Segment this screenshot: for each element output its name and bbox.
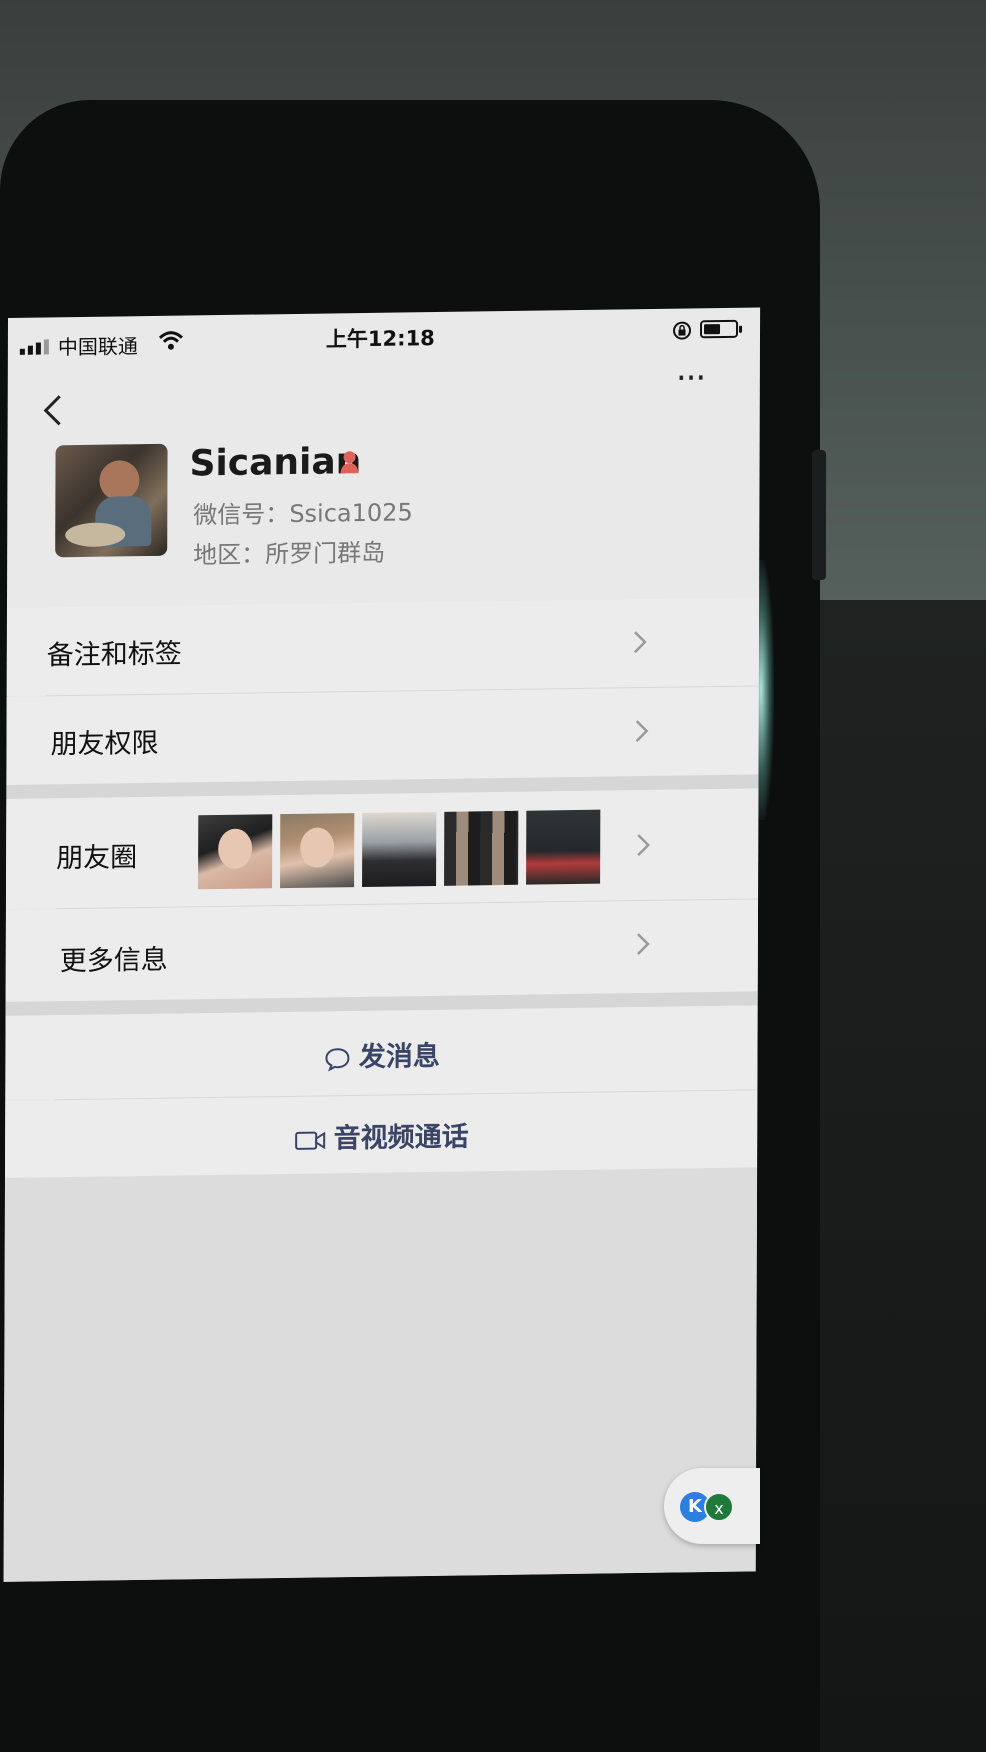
row-label: 朋友圈 (56, 842, 138, 875)
empty-area (3, 1167, 758, 1582)
status-bar: 中国联通 上午12:18 (8, 308, 760, 362)
moments-photo-strip[interactable] (198, 809, 601, 890)
region: 地区：所罗门群岛 (193, 538, 386, 570)
avatar[interactable] (55, 443, 168, 558)
chevron-right-icon (636, 933, 650, 955)
moments-photo (198, 814, 273, 890)
video-camera-icon (294, 1131, 325, 1150)
row-label: 更多信息 (59, 944, 168, 978)
rotation-lock-icon (673, 321, 692, 340)
carrier-label: 中国联通 (57, 334, 138, 360)
more-button[interactable]: ··· (676, 358, 720, 398)
chevron-left-icon (43, 395, 61, 426)
moments-photo (280, 813, 355, 889)
chat-bubble-icon (324, 1047, 349, 1071)
send-message-action: 发消息 (5, 1029, 757, 1078)
chevron-right-icon (635, 720, 649, 743)
phone-side-button (812, 450, 826, 580)
row-friend-permissions[interactable]: 朋友权限 (6, 686, 759, 785)
signal-icon (19, 339, 49, 355)
close-icon[interactable]: x (704, 1492, 734, 1522)
av-call-button[interactable]: 音视频通话 (4, 1090, 758, 1179)
row-remarks-tags[interactable]: 备注和标签 (6, 597, 760, 696)
av-call-label: 音视频通话 (333, 1121, 469, 1155)
chevron-right-icon (634, 631, 647, 654)
chevron-right-icon (637, 834, 650, 856)
send-message-button[interactable]: 发消息 (5, 1005, 758, 1100)
wifi-icon (158, 331, 183, 350)
status-time: 上午12:18 (325, 326, 435, 352)
moments-photo (444, 810, 519, 886)
profile-name: Sicanian (189, 441, 362, 485)
row-label: 备注和标签 (46, 638, 182, 672)
av-call-action: 音视频通话 (5, 1110, 757, 1159)
floating-widget[interactable]: K x (664, 1468, 760, 1544)
back-button[interactable] (42, 387, 72, 431)
row-label: 朋友权限 (50, 727, 159, 761)
row-more-info[interactable]: 更多信息 (5, 899, 759, 1002)
battery-icon (699, 319, 739, 339)
more-dots-icon: ··· (675, 358, 706, 399)
moments-photo (526, 809, 601, 885)
phone-screen: 中国联通 上午12:18 ··· Sicanian 微信号：Ssica1025 … (3, 307, 761, 1582)
female-icon (340, 451, 359, 474)
wechat-id: 微信号：Ssica1025 (193, 498, 413, 530)
moments-photo (362, 811, 437, 887)
send-message-label: 发消息 (358, 1040, 441, 1073)
